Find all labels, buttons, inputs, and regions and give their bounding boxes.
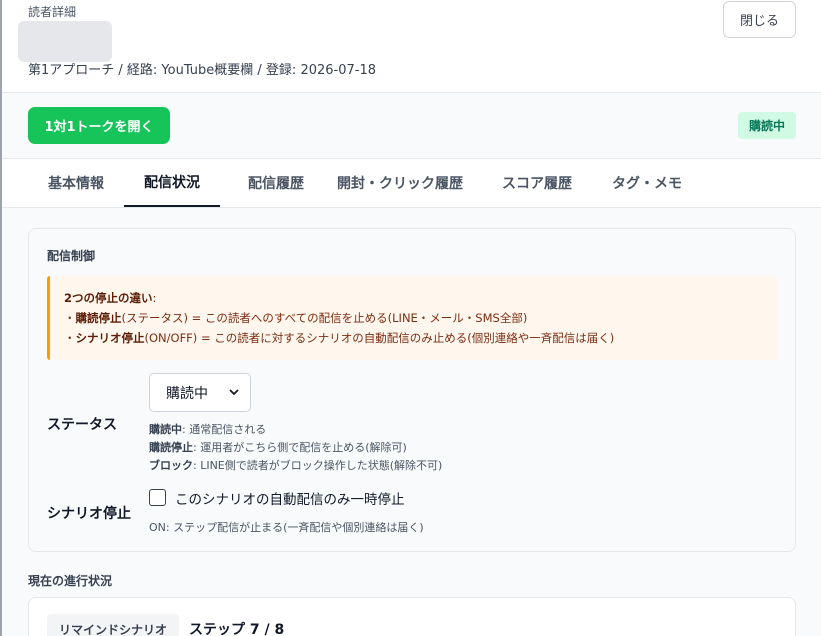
delivery-control-title: 配信制御 <box>47 249 96 263</box>
status-help-unsubscribed: 購読停止: 運用者がこちら側で配信を止める(解除可) <box>149 441 407 454</box>
status-select[interactable]: 購読中 <box>149 373 251 412</box>
scenario-stop-checkbox-label[interactable]: このシナリオの自動配信のみ一時停止 <box>175 488 405 508</box>
reader-meta: 第1アプローチ / 経路: YouTube概要欄 / 登録: 2026-07-1… <box>28 63 376 78</box>
tab-open-click-history[interactable]: 開封・クリック履歴 <box>332 159 468 207</box>
callout-unsubscribe-line: ・購読停止(ステータス) = この読者へのすべての配信を止める(LINE・メール… <box>64 311 528 325</box>
tab-delivery-status[interactable]: 配信状況 <box>124 159 220 207</box>
step-indicator: ステップ 7 / 8 <box>189 622 285 636</box>
close-button[interactable]: 閉じる <box>723 1 796 38</box>
action-bar: 1対1トークを開く 購読中 <box>2 93 821 159</box>
status-help-blocked: ブロック: LINE側で読者がブロック操作した状態(解除不可) <box>149 459 443 472</box>
tab-delivery-history[interactable]: 配信履歴 <box>228 159 324 207</box>
scenario-stop-help: ON: ステップ配信が止まる(一斉配信や個別連絡は届く) <box>149 521 424 534</box>
scenario-stop-label: シナリオ停止 <box>47 506 131 522</box>
open-talk-button[interactable]: 1対1トークを開く <box>28 107 170 144</box>
detail-tabs: 基本情報 配信状況 配信履歴 開封・クリック履歴 スコア履歴 タグ・メモ <box>2 159 821 208</box>
tab-tag-memo[interactable]: タグ・メモ <box>602 159 692 207</box>
status-select-value: 購読中 <box>166 385 208 402</box>
content-area: 配信制御 2つの停止の違い: ・購読停止(ステータス) = この読者へのすべての… <box>2 208 821 636</box>
scenario-stop-checkbox[interactable] <box>149 489 166 506</box>
progress-card: リマインドシナリオ ステップ 7 / 8 <box>28 597 796 636</box>
reader-name-placeholder <box>18 21 112 62</box>
delivery-control-card: 配信制御 2つの停止の違い: ・購読停止(ステータス) = この読者へのすべての… <box>28 228 796 552</box>
tab-score-history[interactable]: スコア履歴 <box>492 159 582 207</box>
progress-section-title: 現在の進行状況 <box>28 574 113 588</box>
reader-detail-header: 読者詳細 第1アプローチ / 経路: YouTube概要欄 / 登録: 2026… <box>2 0 821 93</box>
header-kicker: 読者詳細 <box>28 5 77 19</box>
callout-scenario-line: ・シナリオ停止(ON/OFF) = この読者に対するシナリオの自動配信のみ止める… <box>64 331 615 345</box>
chevron-down-icon <box>229 389 239 396</box>
callout-heading: 2つの停止の違い: <box>64 291 157 305</box>
status-label: ステータス <box>47 417 117 433</box>
tab-basic-info[interactable]: 基本情報 <box>28 159 124 207</box>
stop-difference-callout: 2つの停止の違い: ・購読停止(ステータス) = この読者へのすべての配信を止め… <box>47 276 777 360</box>
status-help-subscribed: 購読中: 通常配信される <box>149 423 267 436</box>
status-badge: 購読中 <box>737 112 796 139</box>
scenario-name-chip: リマインドシナリオ <box>47 614 180 636</box>
